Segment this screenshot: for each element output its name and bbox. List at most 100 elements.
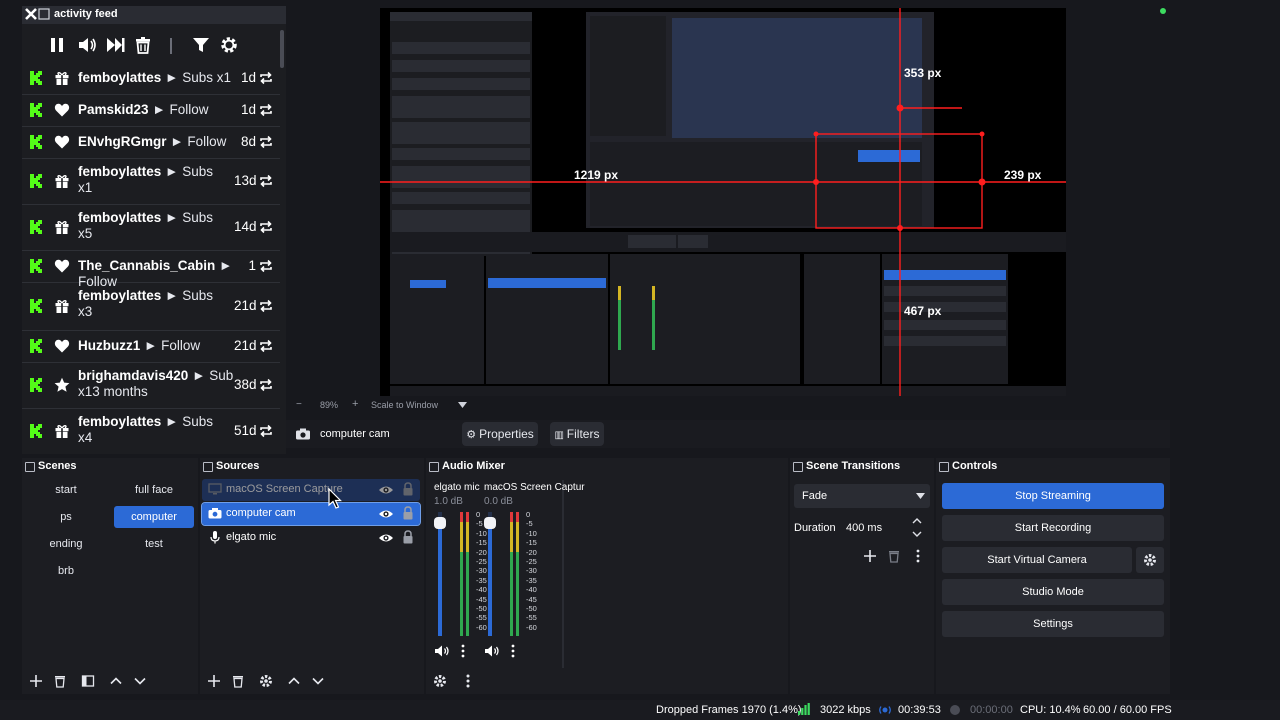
virtual-camera-settings-button[interactable] xyxy=(1136,547,1164,573)
popout-icon[interactable] xyxy=(38,8,50,20)
feed-item[interactable]: femboylattes ► Subs x4 51d xyxy=(22,408,280,454)
dock-float-icon[interactable] xyxy=(793,462,803,472)
replay-icon[interactable] xyxy=(258,70,274,86)
source-item[interactable]: computer cam xyxy=(201,502,421,526)
more-icon[interactable] xyxy=(458,644,468,658)
volume-slider-track[interactable] xyxy=(438,512,442,636)
scene-item[interactable]: computer xyxy=(114,506,194,528)
zoom-out-button[interactable]: − xyxy=(296,399,302,410)
duration-spinbox[interactable]: 400 ms xyxy=(840,516,930,540)
feed-item[interactable]: Pamskid23 ► Follow 1d xyxy=(22,94,280,127)
skip-icon[interactable] xyxy=(104,34,126,56)
lock-icon[interactable] xyxy=(402,482,414,496)
eye-icon[interactable] xyxy=(378,507,394,521)
chevron-up-icon[interactable] xyxy=(286,673,302,689)
filter-scene-icon[interactable] xyxy=(80,673,96,689)
replay-icon[interactable] xyxy=(258,134,274,150)
status-bar: Dropped Frames 1970 (1.4%) 3022 kbps 00:… xyxy=(0,700,1280,720)
replay-icon[interactable] xyxy=(258,102,274,118)
feed-item-user: femboylattes xyxy=(78,414,162,429)
feed-item-event: Follow xyxy=(161,338,201,353)
start-recording-button[interactable]: Start Recording xyxy=(942,515,1164,541)
feed-item[interactable]: femboylattes ► Subs x1 13d xyxy=(22,158,280,205)
chevron-down-icon[interactable] xyxy=(458,402,467,408)
source-item[interactable]: macOS Screen Capture xyxy=(202,479,420,501)
trash-icon[interactable] xyxy=(52,673,68,689)
replay-icon[interactable] xyxy=(258,258,274,274)
spin-down-icon[interactable] xyxy=(912,529,922,539)
scene-item[interactable]: test xyxy=(114,533,194,555)
feed-item[interactable]: ENvhgRGmgr ► Follow 8d xyxy=(22,126,280,159)
start-virtual-camera-button[interactable]: Start Virtual Camera xyxy=(942,547,1132,573)
dock-float-icon[interactable] xyxy=(203,462,213,472)
replay-icon[interactable] xyxy=(258,173,274,189)
lock-icon[interactable] xyxy=(402,530,414,544)
source-item-name: macOS Screen Capture xyxy=(226,483,343,495)
scene-item[interactable]: full face xyxy=(114,479,194,501)
volume-slider-track[interactable] xyxy=(488,512,492,636)
gear-icon[interactable] xyxy=(432,673,448,689)
replay-icon[interactable] xyxy=(258,219,274,235)
eye-icon[interactable] xyxy=(378,531,394,545)
replay-icon[interactable] xyxy=(258,298,274,314)
feed-item[interactable]: brighamdavis420 ► Sub x13 months 38d xyxy=(22,362,280,409)
stop-streaming-button[interactable]: Stop Streaming xyxy=(942,483,1164,509)
scale-mode-select[interactable]: Scale to Window xyxy=(371,400,438,410)
chevron-down-icon[interactable] xyxy=(310,673,326,689)
mixer-footer xyxy=(426,668,788,694)
preview-canvas[interactable]: 353 px 1219 px 239 px 467 px xyxy=(380,8,1066,396)
add-icon[interactable] xyxy=(28,673,44,689)
dock-float-icon[interactable] xyxy=(939,462,949,472)
gear-icon[interactable] xyxy=(218,34,240,56)
gift-icon xyxy=(54,70,70,86)
add-icon[interactable] xyxy=(206,673,222,689)
dock-float-icon[interactable] xyxy=(25,462,35,472)
feed-item-event: Sub xyxy=(209,368,234,383)
feed-item[interactable]: The_Cannabis_Cabin ► Follow 1 xyxy=(22,250,280,289)
feed-item[interactable]: femboylattes ► Subs x3 21d xyxy=(22,282,280,331)
dock-float-icon[interactable] xyxy=(429,462,439,472)
volume-slider-handle[interactable] xyxy=(434,517,446,529)
spin-up-icon[interactable] xyxy=(912,516,922,526)
trash-icon[interactable] xyxy=(230,673,246,689)
feed-item[interactable]: femboylattes ► Subs x1 1d xyxy=(22,62,280,95)
more-icon[interactable] xyxy=(460,673,476,689)
gear-icon[interactable] xyxy=(258,673,274,689)
settings-button[interactable]: Settings xyxy=(942,611,1164,637)
scene-item[interactable]: brb xyxy=(26,560,106,582)
eye-icon[interactable] xyxy=(378,483,394,497)
scene-item[interactable]: ending xyxy=(26,533,106,555)
zoom-level: 89% xyxy=(320,400,339,410)
feed-item[interactable]: Huzbuzz1 ► Follow 21d xyxy=(22,330,280,363)
scene-item[interactable]: ps xyxy=(26,506,106,528)
replay-icon[interactable] xyxy=(258,377,274,393)
volume-slider-handle[interactable] xyxy=(484,517,496,529)
replay-icon[interactable] xyxy=(258,423,274,439)
studio-mode-button[interactable]: Studio Mode xyxy=(942,579,1164,605)
feed-scrollbar[interactable] xyxy=(280,30,284,68)
meter-scale-tick: -25 xyxy=(526,557,537,567)
properties-button[interactable]: ⚙ Properties xyxy=(462,422,538,446)
source-item-name: elgato mic xyxy=(226,531,277,543)
zoom-in-button[interactable]: + xyxy=(352,398,358,410)
transition-select[interactable]: Fade xyxy=(794,484,930,508)
volume-icon[interactable] xyxy=(76,34,98,56)
lock-icon[interactable] xyxy=(402,506,414,520)
more-icon[interactable] xyxy=(910,548,926,564)
scene-item[interactable]: start xyxy=(26,479,106,501)
trash-icon[interactable] xyxy=(132,34,154,56)
chevron-up-icon[interactable] xyxy=(108,673,124,689)
speaker-icon[interactable] xyxy=(434,644,450,658)
pause-icon[interactable] xyxy=(46,34,68,56)
source-item[interactable]: elgato mic xyxy=(202,527,420,549)
close-icon[interactable] xyxy=(24,7,38,21)
chevron-down-icon[interactable] xyxy=(132,673,148,689)
trash-icon[interactable] xyxy=(886,548,902,564)
speaker-icon[interactable] xyxy=(484,644,500,658)
add-icon[interactable] xyxy=(862,548,878,564)
filters-button[interactable]: ▥ Filters xyxy=(550,422,604,446)
filter-icon[interactable] xyxy=(190,34,212,56)
more-icon[interactable] xyxy=(508,644,518,658)
feed-item[interactable]: femboylattes ► Subs x5 14d xyxy=(22,204,280,251)
replay-icon[interactable] xyxy=(258,338,274,354)
